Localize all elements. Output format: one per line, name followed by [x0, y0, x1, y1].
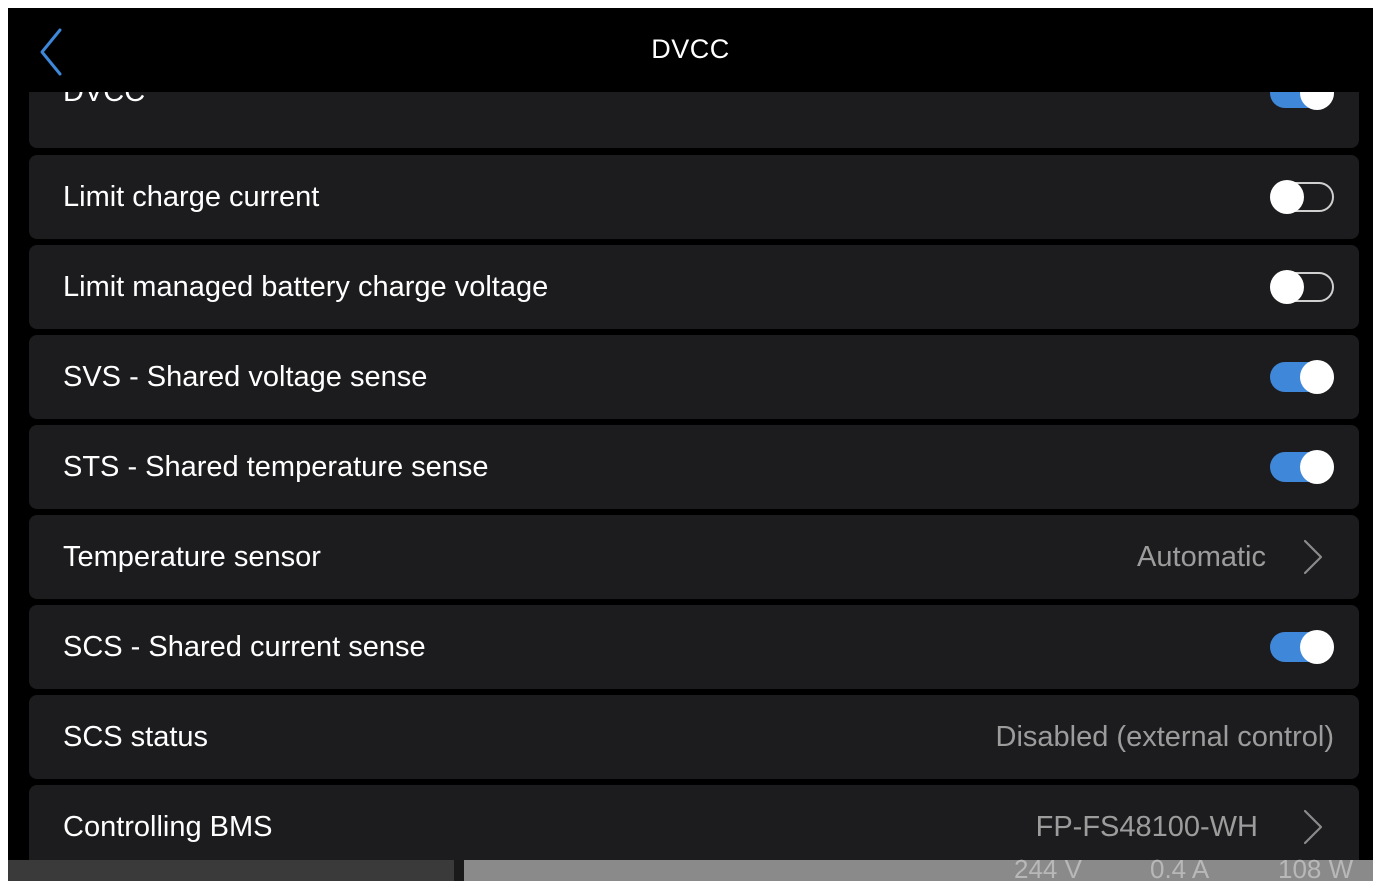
svs-toggle[interactable] [1270, 360, 1334, 394]
setting-label: Limit charge current [63, 181, 320, 213]
page-title: DVCC [651, 34, 730, 64]
background-overview-peek: 244 V 0.4 A 108 W [8, 854, 1373, 881]
setting-label: Temperature sensor [63, 541, 321, 573]
setting-value: Automatic [1137, 541, 1266, 573]
limit-charge-current-toggle[interactable] [1270, 180, 1334, 214]
setting-label: SVS - Shared voltage sense [63, 361, 428, 393]
setting-row-temperature-sensor[interactable]: Temperature sensor Automatic [29, 515, 1359, 599]
pane-divider [454, 860, 464, 881]
setting-label: Controlling BMS [63, 811, 273, 843]
setting-row-limit-managed-battery-charge-voltage[interactable]: Limit managed battery charge voltage [29, 245, 1359, 329]
page-header: DVCC [8, 8, 1373, 92]
dvcc-settings-screen: DVCC Limit charge current Limit managed … [8, 8, 1373, 881]
voltage-reading: 244 V [1014, 854, 1082, 881]
setting-label: SCS status [63, 721, 209, 753]
limit-managed-battery-charge-voltage-toggle[interactable] [1270, 270, 1334, 304]
setting-row-scs[interactable]: SCS - Shared current sense [29, 605, 1359, 689]
settings-list[interactable]: DVCC Limit charge current Limit managed … [8, 8, 1373, 869]
readings-pane [464, 860, 1373, 881]
toggle-knob [1300, 360, 1334, 394]
toggle-knob [1270, 180, 1304, 214]
chevron-right-icon [1303, 539, 1323, 575]
setting-row-limit-charge-current[interactable]: Limit charge current [29, 155, 1359, 239]
setting-row-scs-status: SCS status Disabled (external control) [29, 695, 1359, 779]
scs-toggle[interactable] [1270, 630, 1334, 664]
sts-toggle[interactable] [1270, 450, 1334, 484]
setting-label: SCS - Shared current sense [63, 631, 426, 663]
current-reading: 0.4 A [1150, 854, 1210, 881]
chevron-right-icon [1303, 809, 1323, 845]
toggle-knob [1300, 450, 1334, 484]
toggle-knob [1300, 630, 1334, 664]
power-reading: 108 W [1278, 854, 1354, 881]
setting-label: Limit managed battery charge voltage [63, 271, 549, 303]
setting-value: Disabled (external control) [995, 721, 1334, 753]
setting-row-sts[interactable]: STS - Shared temperature sense [29, 425, 1359, 509]
setting-label: STS - Shared temperature sense [63, 451, 489, 483]
toggle-knob [1270, 270, 1304, 304]
setting-row-svs[interactable]: SVS - Shared voltage sense [29, 335, 1359, 419]
